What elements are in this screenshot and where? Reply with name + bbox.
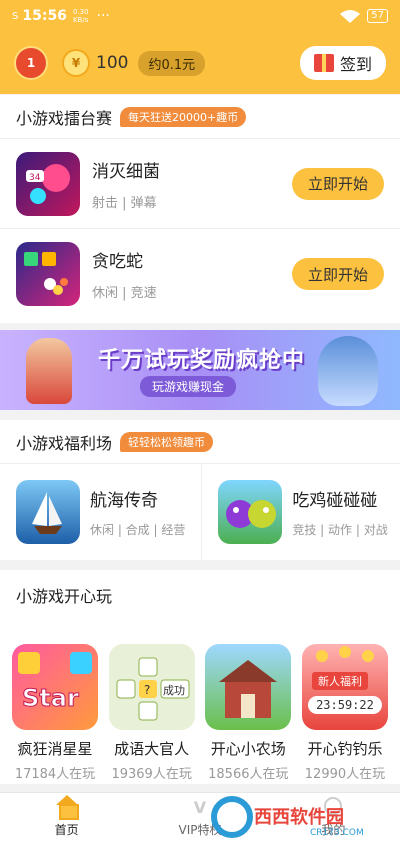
section-header: 小游戏福利场 轻轻松松领趣币 bbox=[0, 420, 400, 464]
promo-banner[interactable]: 千万试玩奖励疯抢中 玩游戏赚现金 bbox=[0, 330, 400, 410]
vip-icon: V bbox=[193, 798, 207, 817]
red-packet-badge: 1 bbox=[26, 56, 36, 70]
game-name: 消灭细菌 bbox=[92, 161, 160, 182]
game-thumbnail-farm bbox=[205, 644, 292, 730]
game-tags: 休闲 | 合成 | 经营 bbox=[90, 523, 186, 537]
coin-value-badge: 约0.1元 bbox=[138, 50, 206, 76]
game-art-text: Star bbox=[22, 684, 79, 712]
shark-mascot-image bbox=[318, 336, 378, 406]
game-art-text: 成功 bbox=[163, 684, 185, 697]
game-card[interactable]: 成功? 成语大官人 19369人在玩 bbox=[108, 644, 195, 786]
game-name: 航海传奇 bbox=[90, 491, 158, 511]
game-name: 疯狂消星星 bbox=[17, 740, 93, 758]
game-tags: 休闲 | 竞速 bbox=[92, 286, 157, 301]
game-thumbnail-snake bbox=[16, 242, 80, 306]
coin-icon: ¥ bbox=[62, 49, 90, 77]
game-card[interactable]: Star 疯狂消星星 17184人在玩 bbox=[12, 644, 98, 786]
section-header: 小游戏开心玩 bbox=[0, 570, 400, 620]
svg-text:?: ? bbox=[144, 683, 150, 697]
cartoon-character-image bbox=[26, 338, 72, 404]
header-bar: 1 ¥ 100 约0.1元 签到 bbox=[0, 32, 400, 94]
battery-icon: 57 bbox=[367, 9, 388, 23]
game-thumbnail-idiom: 成功? bbox=[108, 644, 195, 730]
countdown-timer: 23:59:22 bbox=[307, 696, 382, 714]
welfare-section: 小游戏福利场 轻轻松松领趣币 航海传奇 休闲 | 合成 | 经营 吃鸡碰碰碰 竞… bbox=[0, 420, 400, 560]
banner-title: 千万试玩奖励疯抢中 bbox=[98, 348, 306, 373]
start-button[interactable]: 立即开始 bbox=[292, 167, 384, 200]
newbie-badge: 新人福利 bbox=[311, 672, 368, 690]
section-title: 小游戏福利场 bbox=[16, 433, 113, 453]
game-name: 开心小农场 bbox=[210, 740, 286, 758]
player-count: 12990人在玩 bbox=[304, 767, 386, 782]
checkin-label: 签到 bbox=[339, 55, 372, 74]
game-thumbnail-bacteria: 34 bbox=[16, 151, 80, 216]
section-tag: 每天狂送20000+趣币 bbox=[120, 106, 247, 127]
watermark-logo: 西西软件园 CR173.COM bbox=[211, 796, 364, 838]
game-name: 成语大官人 bbox=[114, 740, 190, 758]
section-tag: 轻轻松松领趣币 bbox=[120, 431, 214, 452]
watermark-text: 西西软件园 bbox=[254, 806, 344, 828]
section-title: 小游戏开心玩 bbox=[16, 587, 113, 606]
game-row[interactable]: 34 消灭细菌 射击 | 弹幕 立即开始 bbox=[0, 139, 400, 229]
game-name: 吃鸡碰碰碰 bbox=[292, 491, 378, 511]
game-card[interactable]: 开心小农场 18566人在玩 bbox=[205, 644, 292, 786]
player-count: 17184人在玩 bbox=[14, 767, 96, 782]
more-dots: ··· bbox=[96, 8, 110, 24]
game-card[interactable]: 新人福利 23:59:22 开心钓钓乐 12990人在玩 bbox=[301, 644, 388, 786]
game-name: 贪吃蛇 bbox=[92, 252, 143, 272]
red-packet-icon[interactable]: 1 bbox=[14, 46, 48, 80]
tab-label: 首页 bbox=[54, 823, 79, 837]
game-thumbnail-star: Star bbox=[12, 644, 98, 730]
start-button[interactable]: 立即开始 bbox=[292, 258, 384, 290]
home-icon bbox=[55, 795, 79, 820]
checkin-button[interactable]: 签到 bbox=[299, 46, 386, 80]
welfare-game-item[interactable]: 吃鸡碰碰碰 竞技 | 动作 | 对战 bbox=[201, 464, 400, 560]
fun-section: 小游戏开心玩 Star 疯狂消星星 17184人在玩 成功? 成语大官人 193… bbox=[0, 570, 400, 784]
coin-count: 100 bbox=[96, 53, 129, 73]
player-count: 19369人在玩 bbox=[111, 767, 192, 782]
tab-home[interactable]: 首页 bbox=[0, 793, 133, 844]
net-speed: 0.30 KB/s bbox=[72, 8, 89, 24]
banner-subtitle: 玩游戏赚现金 bbox=[140, 376, 237, 397]
sim-icon: S bbox=[12, 10, 19, 22]
game-tags: 竞技 | 动作 | 对战 bbox=[292, 523, 388, 537]
status-time: 15:56 bbox=[22, 8, 67, 24]
game-name: 开心钓钓乐 bbox=[307, 740, 383, 758]
wifi-icon bbox=[340, 10, 361, 23]
section-title: 小游戏擂台赛 bbox=[16, 108, 113, 128]
game-tags: 射击 | 弹幕 bbox=[92, 195, 157, 211]
game-row[interactable]: 贪吃蛇 休闲 | 竞速 立即开始 bbox=[0, 229, 400, 319]
game-thumbnail-sailing bbox=[16, 480, 80, 544]
arena-section: 小游戏擂台赛 每天狂送20000+趣币 34 消灭细菌 射击 | 弹幕 立即开始… bbox=[0, 95, 400, 323]
game-thumbnail-chicken bbox=[218, 480, 283, 544]
welfare-game-item[interactable]: 航海传奇 休闲 | 合成 | 经营 bbox=[0, 464, 201, 560]
watermark-sub: CR173.COM bbox=[310, 828, 364, 838]
gift-icon bbox=[313, 54, 334, 72]
player-count: 18566人在玩 bbox=[208, 767, 289, 782]
game-thumbnail-fishing: 新人福利 23:59:22 bbox=[301, 644, 388, 730]
svg-text:34: 34 bbox=[29, 173, 41, 183]
section-header: 小游戏擂台赛 每天狂送20000+趣币 bbox=[0, 95, 400, 139]
status-bar: S 15:56 0.30 KB/s ··· 57 bbox=[0, 0, 400, 32]
